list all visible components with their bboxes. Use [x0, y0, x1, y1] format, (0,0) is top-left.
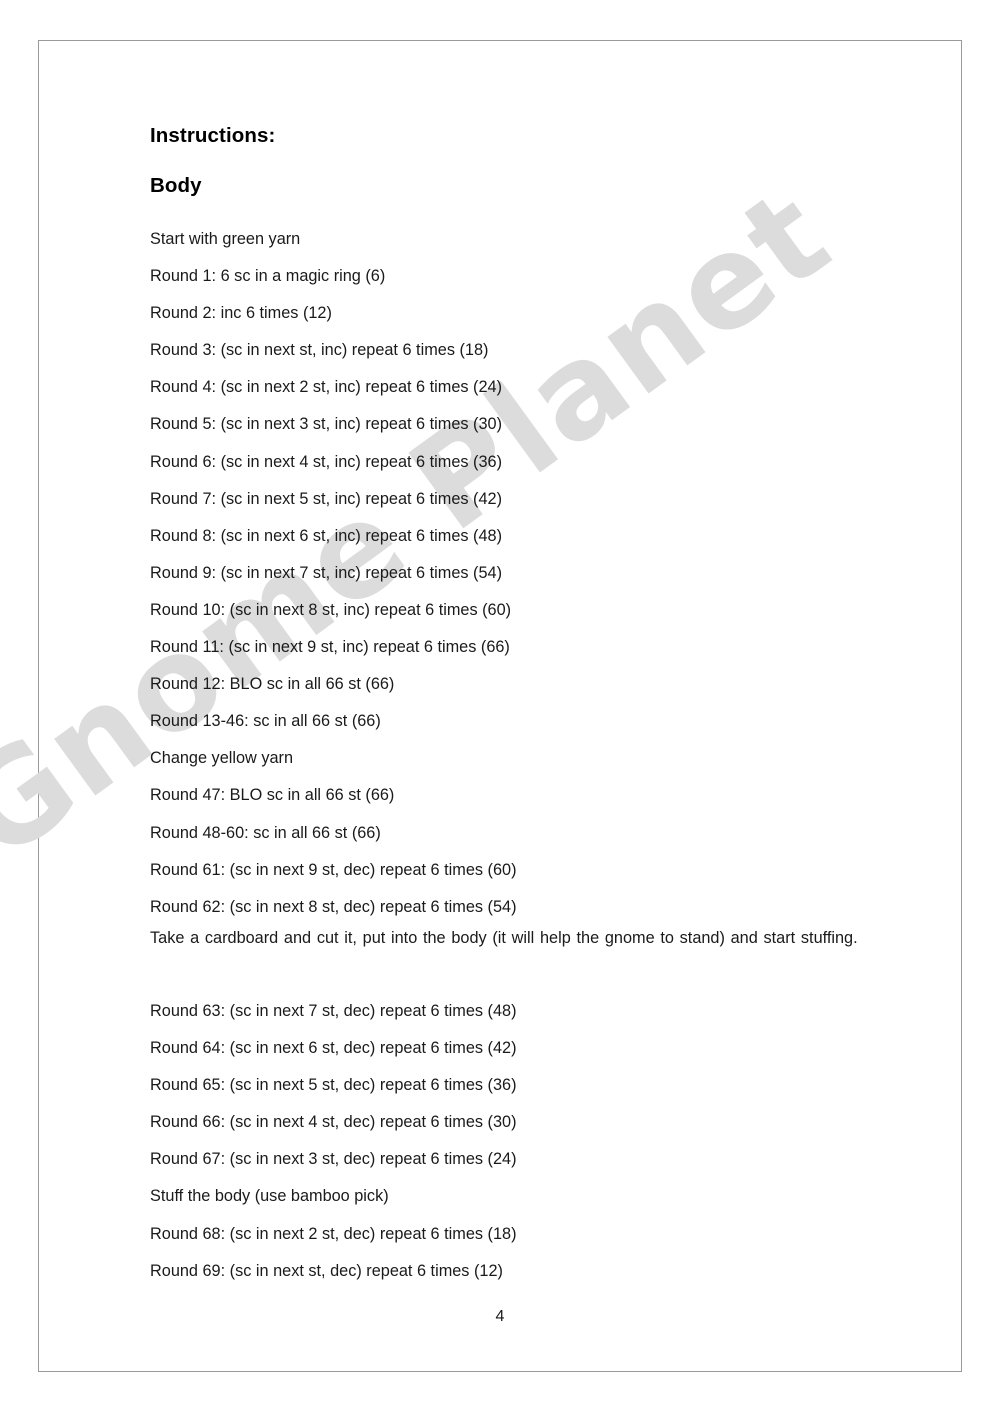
page-content: Instructions: Body Start with green yarn…: [0, 0, 1000, 1413]
instruction-line: Round 69: (sc in next st, dec) repeat 6 …: [150, 1261, 503, 1280]
instruction-line: Change yellow yarn: [150, 749, 293, 768]
instruction-line: Round 11: (sc in next 9 st, inc) repeat …: [150, 638, 510, 657]
instruction-line: Round 65: (sc in next 5 st, dec) repeat …: [150, 1076, 517, 1095]
instruction-line: Round 67: (sc in next 3 st, dec) repeat …: [150, 1150, 517, 1169]
instruction-line: Round 3: (sc in next st, inc) repeat 6 t…: [150, 341, 489, 360]
instruction-line: Round 7: (sc in next 5 st, inc) repeat 6…: [150, 489, 503, 508]
instruction-line: Round 5: (sc in next 3 st, inc) repeat 6…: [150, 415, 503, 434]
instruction-line: Round 2: inc 6 times (12): [150, 304, 332, 323]
instruction-line: Round 1: 6 sc in a magic ring (6): [150, 267, 386, 286]
instruction-line: Round 13-46: sc in all 66 st (66): [150, 712, 381, 731]
instruction-line: Round 63: (sc in next 7 st, dec) repeat …: [150, 1002, 517, 1020]
instruction-line: Round 6: (sc in next 4 st, inc) repeat 6…: [150, 452, 503, 471]
instruction-line: Round 64: (sc in next 6 st, dec) repeat …: [150, 1039, 517, 1058]
instruction-list-part-2: Round 63: (sc in next 7 st, dec) repeat …: [150, 993, 920, 1290]
instruction-line: Stuff the body (use bamboo pick): [150, 1187, 389, 1206]
heading-body: Body: [150, 174, 202, 197]
instruction-line: Round 8: (sc in next 6 st, inc) repeat 6…: [150, 526, 503, 545]
instruction-line: Round 4: (sc in next 2 st, inc) repeat 6…: [150, 378, 503, 397]
instruction-line: Round 12: BLO sc in all 66 st (66): [150, 675, 395, 694]
instruction-list-part-1: Start with green yarn Round 1: 6 sc in a…: [150, 221, 920, 926]
instruction-line: Start with green yarn: [150, 230, 301, 248]
instruction-line: Round 68: (sc in next 2 st, dec) repeat …: [150, 1224, 517, 1243]
page-number: 4: [495, 1308, 505, 1325]
document-page: Gnome Planet Instructions: Body Start wi…: [0, 0, 1000, 1413]
heading-instructions: Instructions:: [150, 124, 276, 147]
instruction-line: Round 48-60: sc in all 66 st (66): [150, 823, 381, 842]
instruction-line: Round 47: BLO sc in all 66 st (66): [150, 786, 395, 805]
instruction-line: Round 61: (sc in next 9 st, dec) repeat …: [150, 860, 517, 879]
cardboard-paragraph: Take a cardboard and cut it, put into th…: [150, 929, 858, 947]
instruction-line: Round 66: (sc in next 4 st, dec) repeat …: [150, 1113, 517, 1132]
instruction-line: Round 10: (sc in next 8 st, inc) repeat …: [150, 600, 512, 619]
instruction-line: Round 9: (sc in next 7 st, inc) repeat 6…: [150, 563, 503, 582]
